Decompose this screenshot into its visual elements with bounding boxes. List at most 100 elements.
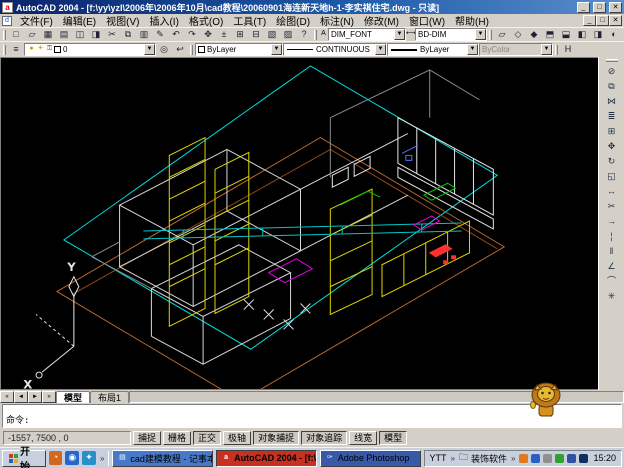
toolbar-grip[interactable]	[555, 45, 558, 55]
chevron-down-icon[interactable]: ▼	[475, 29, 486, 40]
layer-previous-icon[interactable]: ↩	[172, 43, 188, 56]
modify-icon-mirror[interactable]: ⋈	[602, 94, 621, 109]
toolbar-icon-help[interactable]: ?	[296, 28, 312, 41]
doc-restore-button[interactable]: □	[596, 15, 609, 26]
tray-icon-tray-6[interactable]	[579, 454, 588, 463]
layout-tab-layout1[interactable]: 布局1	[90, 391, 129, 403]
language-indicator[interactable]: YTT	[430, 453, 447, 463]
toolbar-icon-publish[interactable]: ◨	[88, 28, 104, 41]
tray-icon-tray-5[interactable]	[567, 454, 576, 463]
toolbar-icon-zoom-previous[interactable]: ⊟	[248, 28, 264, 41]
toolbar-icon-cut[interactable]: ✂	[104, 28, 120, 41]
menu-item-dimension[interactable]: 标注(N)	[315, 13, 359, 28]
modify-icon-break-at-point[interactable]: ¦	[602, 229, 621, 244]
text-style-combo[interactable]: DIM_FONT ▼	[328, 28, 406, 41]
chevron-icon[interactable]: »	[450, 454, 456, 463]
layers-dialog-icon[interactable]: ≡	[8, 43, 24, 56]
modify-icon-chamfer[interactable]: ∠	[602, 259, 621, 274]
menu-item-help[interactable]: 帮助(H)	[450, 13, 494, 28]
toolbar-grip[interactable]	[3, 30, 6, 40]
status-toggle-model[interactable]: 模型	[379, 431, 407, 445]
text-style-toolbar-icon[interactable]: H	[560, 43, 576, 56]
toolbar-icon-new[interactable]: □	[8, 28, 24, 41]
shade-icon-gouraud-shaded-edges[interactable]: ◨	[590, 28, 606, 41]
shade-icon-render[interactable]: ◐	[606, 28, 622, 41]
toolbar-icon-pan-realtime[interactable]: ✥	[200, 28, 216, 41]
modify-icon-move[interactable]: ✥	[602, 139, 621, 154]
lineweight-combo[interactable]: ByLayer ▼	[387, 43, 479, 56]
quicklaunch-icon-launch-3[interactable]: ✦	[82, 451, 96, 465]
toolbar-icon-properties[interactable]: ▧	[264, 28, 280, 41]
chevron-icon[interactable]: »	[99, 454, 105, 463]
modify-icon-stretch[interactable]: ↔	[602, 184, 621, 199]
task-button-notepad[interactable]: ▤ cad建模教程 - 记事本	[112, 450, 213, 467]
toolbar-icon-zoom-window[interactable]: ⊞	[232, 28, 248, 41]
modify-icon-fillet[interactable]: ⌒	[602, 274, 621, 289]
dim-style-combo[interactable]: BD-DIM ▼	[415, 28, 487, 41]
tray-icon-tray-2[interactable]	[531, 454, 540, 463]
toolbar-icon-zoom-realtime[interactable]: ±	[216, 28, 232, 41]
tray-icon-tray-1[interactable]	[519, 454, 528, 463]
modify-icon-array[interactable]: ⊞	[602, 124, 621, 139]
modify-icon-extend[interactable]: →	[602, 214, 621, 229]
tab-nav-first[interactable]: «	[0, 391, 14, 403]
toolbar-icon-print-preview[interactable]: ◫	[72, 28, 88, 41]
toolbar-icon-redo[interactable]: ↷	[184, 28, 200, 41]
minimize-button[interactable]: _	[577, 2, 590, 13]
menu-item-modify[interactable]: 修改(M)	[359, 13, 404, 28]
drawing-canvas[interactable]: Y X	[0, 57, 598, 390]
modify-icon-erase[interactable]: ⊘	[602, 64, 621, 79]
modify-icon-offset[interactable]: ≣	[602, 109, 621, 124]
chevron-down-icon[interactable]: ▼	[375, 44, 386, 55]
toolbar-band-label[interactable]: 装饰软件	[471, 452, 507, 465]
tab-nav-last[interactable]: »	[42, 391, 56, 403]
menu-item-format[interactable]: 格式(O)	[184, 13, 228, 28]
modify-icon-trim[interactable]: ✂	[602, 199, 621, 214]
toolbar-icon-print[interactable]: ▤	[56, 28, 72, 41]
toolbar-grip[interactable]	[190, 45, 193, 55]
shade-icon-gouraud-shaded[interactable]: ⬓	[558, 28, 574, 41]
status-toggle-grid[interactable]: 栅格	[163, 431, 191, 445]
restore-button[interactable]: □	[593, 2, 606, 13]
chevron-icon[interactable]: »	[510, 454, 516, 463]
doc-minimize-button[interactable]: _	[583, 15, 596, 26]
modify-icon-explode[interactable]: ✳	[602, 289, 621, 304]
toolbar-icon-match-properties[interactable]: ✎	[152, 28, 168, 41]
task-button-autocad[interactable]: a AutoCAD 2004 - [f:\...	[216, 450, 317, 467]
status-toggle-lwt[interactable]: 线宽	[349, 431, 377, 445]
doc-close-button[interactable]: ✕	[609, 15, 622, 26]
dim-style-icon[interactable]: ⟷	[406, 30, 415, 39]
toolbar-icon-undo[interactable]: ↶	[168, 28, 184, 41]
quicklaunch-icon-launch-2[interactable]: ◉	[65, 451, 79, 465]
toolbar-grip[interactable]	[606, 59, 618, 62]
tab-nav-next[interactable]: ►	[28, 391, 42, 403]
modify-icon-break[interactable]: ‖	[602, 244, 621, 259]
status-toggle-otrack[interactable]: 对象追踪	[301, 431, 347, 445]
menu-item-tools[interactable]: 工具(T)	[228, 13, 271, 28]
status-toggle-snap[interactable]: 捕捉	[133, 431, 161, 445]
shade-icon-flat-shaded-edges[interactable]: ◧	[574, 28, 590, 41]
toolbar-icon-designcenter[interactable]: ▨	[280, 28, 296, 41]
tab-nav-prev[interactable]: ◄	[14, 391, 28, 403]
tray-icon-tray-3[interactable]	[543, 454, 552, 463]
menu-item-window[interactable]: 窗口(W)	[404, 13, 450, 28]
shade-icon-2d-wireframe[interactable]: ▱	[494, 28, 510, 41]
start-button[interactable]: 开始	[2, 450, 46, 467]
shade-icon-flat-shaded[interactable]: ⬒	[542, 28, 558, 41]
status-toggle-osnap[interactable]: 对象捕捉	[253, 431, 299, 445]
toolbar-icon-paste[interactable]: ▥	[136, 28, 152, 41]
close-button[interactable]: ✕	[609, 2, 622, 13]
toolbar-icon-copy-clip[interactable]: ⧉	[120, 28, 136, 41]
toolbar-grip[interactable]	[489, 30, 492, 40]
shade-icon-hidden[interactable]: ◆	[526, 28, 542, 41]
color-combo[interactable]: ByLayer ▼	[195, 43, 283, 56]
menu-item-file[interactable]: 文件(F)	[15, 13, 58, 28]
toolbar-grip[interactable]	[314, 30, 317, 40]
layer-combo[interactable]: ● ☀ ⚿ 0 ▼	[24, 43, 156, 56]
tray-icon-tray-4[interactable]	[555, 454, 564, 463]
toolbar-icon-save[interactable]: ▦	[40, 28, 56, 41]
layout-tab-model[interactable]: 模型	[56, 391, 90, 403]
shade-icon-3d-wireframe[interactable]: ◇	[510, 28, 526, 41]
status-toggle-polar[interactable]: 极轴	[223, 431, 251, 445]
menu-item-insert[interactable]: 插入(I)	[144, 13, 183, 28]
